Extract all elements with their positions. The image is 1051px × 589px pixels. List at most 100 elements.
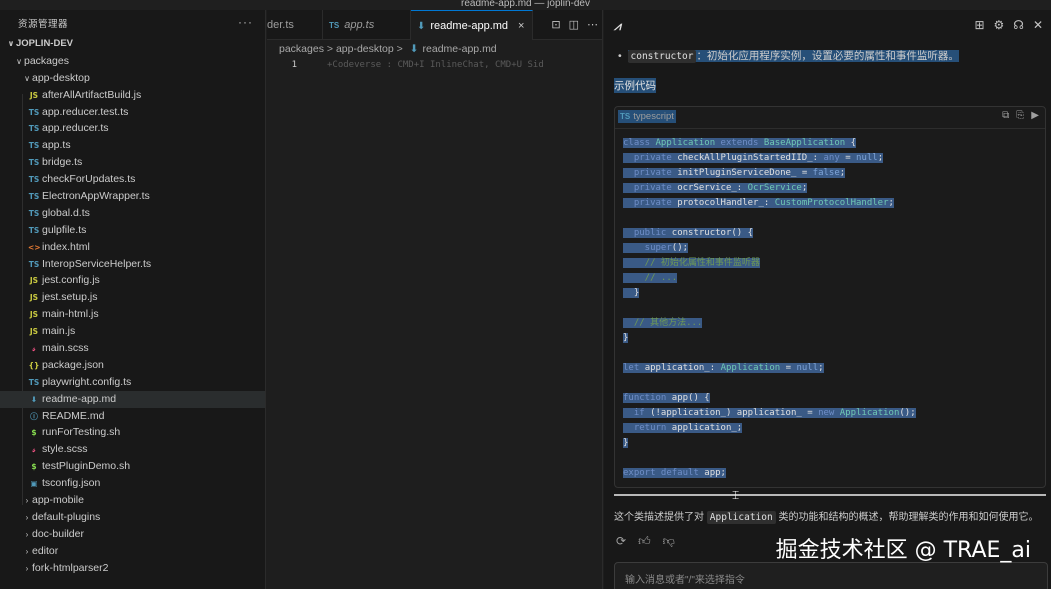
tree-item-label: jest.setup.js [42,291,98,304]
tree-item-label: editor [32,544,59,557]
folder-item[interactable]: ∨ app-desktop [0,70,265,87]
breadcrumb-packages[interactable]: packages [279,43,324,55]
file-item[interactable]: TS app.ts [0,137,265,154]
new-chat-icon[interactable]: ⊞ [974,18,984,32]
tree-item-label: testPluginDemo.sh [42,460,131,473]
code-line: class Application extends BaseApplicatio… [623,136,1045,151]
file-item[interactable]: TS app.reducer.ts [0,120,265,137]
file-item[interactable]: 𝓈 main.scss [0,340,265,357]
chat-input[interactable]: 输入消息或者"/"来选择指令 [614,562,1048,589]
editor-area: der.ts TS app.ts ⬇ readme-app.md × ⊡ ◫ ⋯ pack… [267,10,603,589]
tree-item-label: ElectronAppWrapper.ts [42,190,150,203]
feedback-actions: ⟳ 👍︎ 👎︎ [616,534,687,549]
folder-item[interactable]: › editor [0,543,265,560]
breadcrumb-file[interactable]: readme-app.md [423,43,497,55]
file-type-icon: TS [28,124,40,134]
file-item[interactable]: TS playwright.config.ts [0,374,265,391]
file-item[interactable]: $ runForTesting.sh [0,424,265,441]
selected-code: } [623,438,629,448]
file-item[interactable]: ▣ tsconfig.json [0,475,265,492]
code-token: (); [899,408,916,418]
workspace-root[interactable]: ∨ JOPLIN-DEV [0,36,265,53]
selected-code: export default app; [623,468,726,478]
file-type-icon: TS [28,225,40,235]
feedback-icon[interactable]: ☊ [1013,18,1024,32]
file-item[interactable]: TS global.d.ts [0,205,265,222]
code-token: ocrService_ [677,183,737,193]
file-item[interactable]: ⬇ readme-app.md [0,390,265,408]
copy-icon[interactable]: ⧉ [1002,110,1009,121]
file-item[interactable]: ⓘ README.md [0,408,265,425]
tab-readme-app-md[interactable]: ⬇ readme-app.md × [411,10,533,40]
file-item[interactable]: JS jest.setup.js [0,289,265,306]
tree-item-label: app-mobile [32,494,84,507]
code-token: } [623,438,629,448]
code-token: ; [877,153,884,163]
file-item[interactable]: {} package.json [0,357,265,374]
code-line: public constructor() { [623,226,1045,241]
code-line[interactable]: 1 +Codeverse : CMD+I InlineChat, CMD+U Si… [267,58,602,73]
file-type-icon: ⬇ [30,394,38,404]
folder-item[interactable]: › fork-htmlparser2 [0,560,265,577]
code-line: private ocrService_: OcrService; [623,181,1045,196]
code-block-body[interactable]: class Application extends BaseApplicatio… [615,129,1045,481]
file-item[interactable]: $ testPluginDemo.sh [0,458,265,475]
breadcrumb-app-desktop[interactable]: app-desktop [336,43,394,55]
code-token: BaseApplication [763,138,851,148]
file-item[interactable]: JS afterAllArtifactBuild.js [0,87,265,104]
tab-builder-ts[interactable]: der.ts [267,10,323,40]
tree-item-label: index.html [42,240,90,253]
tab-app-ts[interactable]: TS app.ts [323,10,411,40]
file-item[interactable]: TS InteropServiceHelper.ts [0,256,265,273]
file-item[interactable]: TS gulpfile.ts [0,222,265,239]
tree-item-label: JOPLIN-DEV [16,38,74,49]
explorer-more-icon[interactable]: ··· [238,15,253,29]
file-item[interactable]: JS main.js [0,323,265,340]
file-item[interactable]: <>index.html [0,239,265,256]
folder-item[interactable]: › app-mobile [0,492,265,509]
file-item[interactable]: JS jest.config.js [0,272,265,289]
thumbs-up-icon[interactable]: 👍︎ [638,534,651,548]
preview-icon[interactable]: ⊡ [551,19,560,31]
tree-item-label: app-desktop [32,71,90,84]
code-token: constructor() { [671,228,754,238]
tree-item-label: bridge.ts [42,156,83,169]
code-token: protocolHandler_ [677,198,764,208]
code-line: if (!application_) application_ = new Ap… [623,406,1045,421]
thumbs-down-icon[interactable]: 👎︎ [663,534,675,548]
selected-code: } [623,288,640,298]
split-editor-icon[interactable]: ◫ [569,19,579,31]
more-actions-icon[interactable]: ⋯ [587,19,598,31]
tree-item-label: jest.config.js [42,274,100,287]
code-token: (); [671,243,689,253]
file-item[interactable]: TS bridge.ts [0,154,265,171]
code-line: function app() { [623,391,1045,406]
file-item[interactable]: JS main-html.js [0,306,265,323]
folder-item[interactable]: › default-plugins [0,509,265,526]
folder-item[interactable]: › doc-builder [0,526,265,543]
close-icon[interactable]: ✕ [1033,18,1043,32]
code-token: if [623,408,651,418]
tab-label: app.ts [344,19,375,31]
mouse-cursor-icon: ⌶ [732,488,740,502]
selected-code: private checkAllPluginStartedIID_: any =… [623,153,884,163]
settings-gear-icon[interactable]: ⚙ [994,18,1005,32]
tree-item-label: README.md [42,409,105,422]
apply-icon[interactable]: ▶ [1031,110,1039,121]
file-item[interactable]: TS checkForUpdates.ts [0,171,265,188]
insert-icon[interactable]: ⎘ [1016,110,1024,121]
code-token: export default [623,468,705,478]
regenerate-icon[interactable]: ⟳ [616,534,626,548]
close-tab-icon[interactable]: × [518,20,524,32]
code-token: ; [839,168,846,178]
file-item[interactable]: TS ElectronAppWrapper.ts [0,188,265,205]
code-line: } [623,286,1045,301]
folder-item[interactable]: ∨ packages [0,53,265,70]
file-item[interactable]: 𝓈 style.scss [0,441,265,458]
code-token: false [812,168,840,178]
window-title: readme-app.md — joplin-dev [0,0,1051,10]
tree-item-label: main.js [42,325,76,338]
file-type-icon: JS [29,327,39,337]
file-item[interactable]: TS app.reducer.test.ts [0,104,265,121]
